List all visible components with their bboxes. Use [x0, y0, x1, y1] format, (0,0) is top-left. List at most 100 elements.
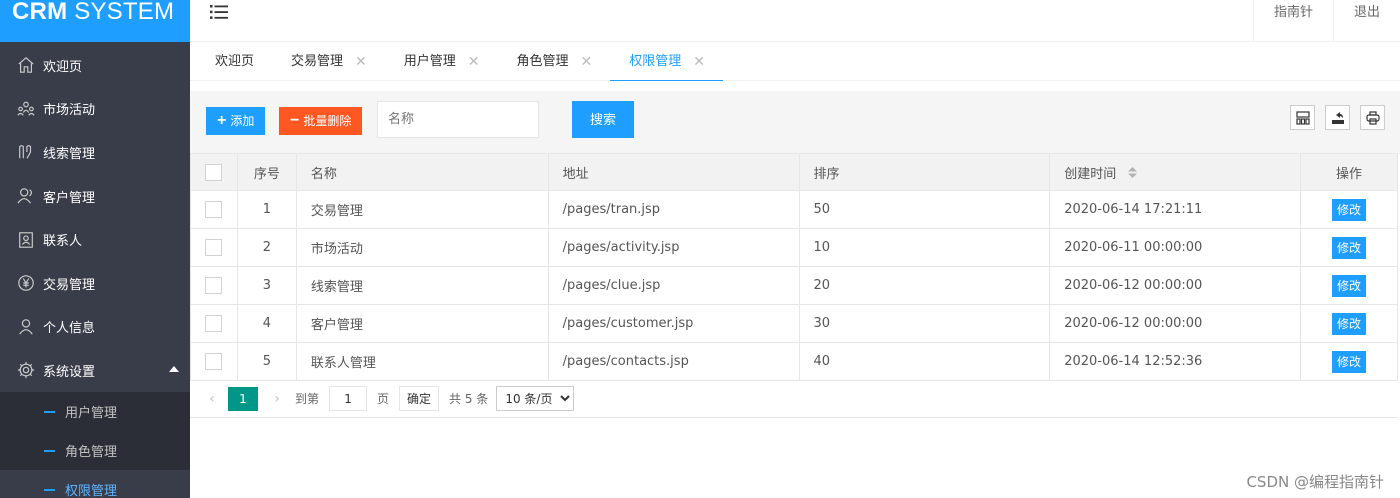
cell-name: 联系人管理: [295, 342, 549, 381]
edit-button[interactable]: 修改: [1332, 350, 1367, 373]
toolbar: [190, 91, 1400, 155]
sidebar-item-contacts[interactable]: 联系人: [0, 218, 190, 262]
menu-toggle-icon[interactable]: [210, 4, 228, 20]
sidebar-item-label: 个人信息: [43, 321, 96, 337]
caret-up-icon: [169, 365, 179, 372]
prev-page-icon[interactable]: ‹: [200, 391, 224, 407]
tab-label: 交易管理: [291, 53, 344, 69]
col-header-order[interactable]: 排序: [798, 153, 1051, 191]
cell-url: /pages/activity.jsp: [547, 228, 800, 267]
tab-permissions[interactable]: 权限管理 ✕: [610, 42, 723, 82]
goto-confirm-button[interactable]: 确定: [399, 386, 440, 411]
row-checkbox[interactable]: [205, 315, 223, 332]
dash-icon: [44, 449, 55, 452]
edit-button[interactable]: 修改: [1332, 312, 1367, 335]
cell-created: 2020-06-12 00:00:00: [1049, 304, 1302, 343]
search-button[interactable]: 搜索: [572, 101, 634, 138]
cell-no: 2: [236, 228, 297, 267]
col-header-url[interactable]: 地址: [547, 153, 800, 191]
app-logo[interactable]: CRM SYSTEM: [0, 0, 190, 42]
close-icon[interactable]: ✕: [581, 43, 593, 81]
sidebar-subitem-roles[interactable]: 角色管理: [0, 431, 190, 470]
plus-icon: +: [217, 112, 227, 129]
print-icon[interactable]: [1360, 105, 1385, 130]
next-page-icon[interactable]: ›: [265, 391, 289, 407]
sidebar-item-label: 市场活动: [43, 103, 96, 119]
sidebar-item-label: 欢迎页: [43, 59, 83, 75]
table-row: 3 线索管理 /pages/clue.jsp 20 2020-06-12 00:…: [190, 266, 1398, 305]
sidebar-item-label: 联系人: [43, 234, 83, 250]
col-header-no[interactable]: 序号: [236, 153, 297, 191]
select-all-checkbox[interactable]: [205, 163, 223, 181]
cell-no: 5: [236, 342, 297, 381]
cell-name: 线索管理: [295, 266, 549, 305]
sidebar-item-customer[interactable]: 客户管理: [0, 174, 190, 218]
cell-url: /pages/tran.jsp: [547, 190, 800, 229]
row-checkbox[interactable]: [205, 201, 223, 218]
home-icon: [16, 56, 35, 75]
cell-url: /pages/customer.jsp: [547, 304, 800, 343]
tab-users[interactable]: 用户管理 ✕: [385, 42, 498, 81]
cell-created: 2020-06-14 12:52:36: [1049, 342, 1302, 381]
dash-icon: [44, 410, 55, 413]
row-checkbox[interactable]: [205, 239, 223, 256]
batch-delete-button[interactable]: − 批量删除: [279, 107, 363, 135]
tab-label: 角色管理: [516, 53, 569, 69]
users-group-icon: [16, 99, 35, 118]
sidebar-item-settings[interactable]: 系统设置: [0, 349, 190, 393]
table-row: 1 交易管理 /pages/tran.jsp 50 2020-06-14 17:…: [190, 190, 1398, 229]
sidebar-item-label: 交易管理: [43, 277, 96, 293]
logo-bold-text: CRM: [12, 0, 68, 25]
sidebar-item-welcome[interactable]: 欢迎页: [0, 44, 190, 88]
select-all-cell: [190, 153, 238, 191]
user-name-link[interactable]: 指南针: [1252, 0, 1333, 42]
row-checkbox[interactable]: [205, 277, 223, 294]
tab-bar: 欢迎页 交易管理 ✕ 用户管理 ✕ 角色管理 ✕ 权限管理 ✕: [190, 42, 1400, 82]
edit-button[interactable]: 修改: [1332, 236, 1367, 259]
goto-page-input[interactable]: [329, 386, 368, 411]
sidebar-item-activity[interactable]: 市场活动: [0, 87, 190, 131]
table-row: 5 联系人管理 /pages/contacts.jsp 40 2020-06-1…: [190, 342, 1398, 381]
add-button[interactable]: + 添加: [206, 107, 266, 135]
sidebar-item-profile[interactable]: 个人信息: [0, 305, 190, 349]
export-icon[interactable]: [1325, 105, 1350, 130]
row-checkbox[interactable]: [205, 353, 223, 370]
cell-url: /pages/contacts.jsp: [547, 342, 800, 381]
table-header-row: 序号 名称 地址 排序 创建时间 操作: [190, 153, 1398, 191]
sidebar-item-label: 客户管理: [43, 190, 96, 206]
cell-created: 2020-06-12 00:00:00: [1049, 266, 1302, 305]
close-icon[interactable]: ✕: [693, 43, 705, 81]
tab-label: 权限管理: [629, 53, 682, 69]
tab-trade[interactable]: 交易管理 ✕: [272, 42, 385, 81]
sidebar-item-clue[interactable]: 线索管理: [0, 131, 190, 175]
sidebar-subitem-label: 角色管理: [65, 445, 118, 461]
columns-filter-icon[interactable]: [1290, 105, 1315, 130]
name-search-input[interactable]: [377, 101, 539, 138]
tab-roles[interactable]: 角色管理 ✕: [498, 42, 611, 81]
page-size-select[interactable]: 10 条/页: [496, 386, 575, 411]
sort-icon[interactable]: [1128, 166, 1138, 182]
yen-circle-icon: [16, 274, 35, 293]
edit-button[interactable]: 修改: [1332, 198, 1367, 221]
col-header-created[interactable]: 创建时间: [1049, 153, 1302, 191]
edit-button[interactable]: 修改: [1332, 274, 1367, 297]
sidebar-subitem-permissions[interactable]: 权限管理: [0, 470, 190, 498]
sidebar-subitem-label: 权限管理: [65, 484, 118, 498]
current-page-button[interactable]: 1: [228, 386, 258, 411]
logout-link[interactable]: 退出: [1332, 0, 1400, 42]
add-button-label: 添加: [230, 114, 255, 128]
sidebar-item-trade[interactable]: 交易管理: [0, 261, 190, 305]
main-content: + 添加 − 批量删除 搜索 序号 名称 地址 排序 创建时间: [190, 81, 1400, 498]
cell-name: 客户管理: [295, 304, 549, 343]
cell-name: 市场活动: [295, 228, 549, 267]
clue-icon: [16, 143, 35, 162]
cell-no: 1: [236, 190, 297, 229]
col-header-action[interactable]: 操作: [1300, 153, 1398, 191]
close-icon[interactable]: ✕: [355, 43, 367, 81]
col-header-name[interactable]: 名称: [295, 153, 549, 191]
cell-created: 2020-06-14 17:21:11: [1049, 190, 1302, 229]
close-icon[interactable]: ✕: [468, 43, 480, 81]
tab-welcome[interactable]: 欢迎页: [196, 42, 272, 81]
logo-text: SYSTEM: [74, 0, 175, 25]
sidebar-subitem-users[interactable]: 用户管理: [0, 392, 190, 431]
